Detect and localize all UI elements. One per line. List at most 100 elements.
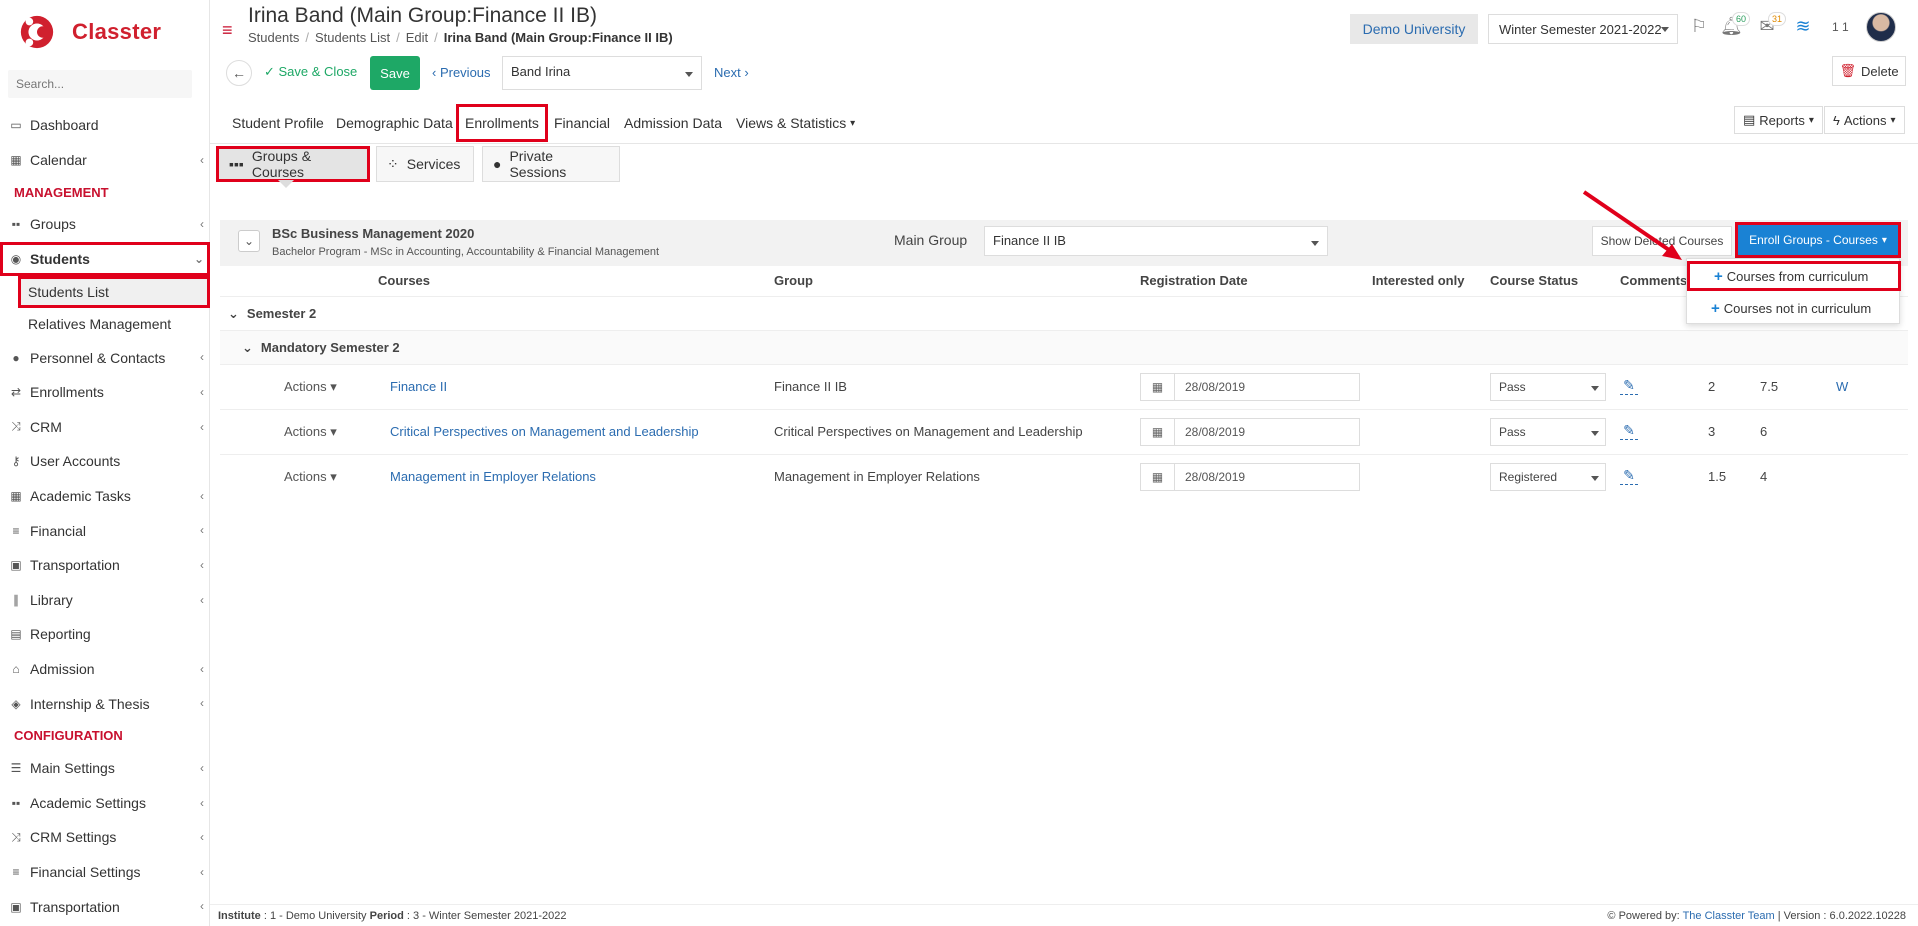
- breadcrumb-students-list[interactable]: Students List: [315, 30, 390, 45]
- sidebar-item-crm[interactable]: ⤨ CRM ‹: [0, 410, 210, 445]
- tab-enrollments[interactable]: Enrollments: [456, 104, 548, 142]
- reports-button[interactable]: ▤ Reports ▾: [1734, 106, 1823, 134]
- footer-info: Institute : 1 - Demo University Period :…: [218, 910, 566, 922]
- edit-comment-icon[interactable]: ✎: [1620, 422, 1638, 440]
- semester-value: Winter Semester 2021-2022: [1499, 21, 1662, 37]
- menu-item-courses-from-curriculum[interactable]: + Courses from curriculum: [1687, 261, 1901, 291]
- actions-button[interactable]: ϟ Actions ▾: [1824, 106, 1905, 134]
- sidebar-item-financial[interactable]: ≡ Financial ‹: [0, 513, 210, 548]
- mail-icon[interactable]: ✉ 31: [1756, 12, 1786, 38]
- user-number[interactable]: 1 1: [1832, 20, 1849, 34]
- registration-date-field[interactable]: ▦ 28/08/2019: [1140, 463, 1360, 491]
- subtab-services[interactable]: ⁘ Services: [376, 146, 474, 182]
- sidebar-item-transportation-settings[interactable]: ▣ Transportation ‹: [0, 889, 210, 924]
- row-actions-button[interactable]: Actions ▾: [284, 469, 337, 485]
- flag-icon[interactable]: ⚐: [1688, 16, 1710, 38]
- calendar-icon[interactable]: ▦: [1141, 374, 1175, 400]
- column-header-registration-date: Registration Date: [1140, 273, 1248, 288]
- registration-date-field[interactable]: ▦ 28/08/2019: [1140, 373, 1360, 401]
- tab-admission-data[interactable]: Admission Data: [618, 104, 728, 142]
- sidebar-item-dashboard[interactable]: ▭ Dashboard: [0, 108, 210, 143]
- student-select[interactable]: Band Irina: [502, 56, 702, 90]
- sidebar-item-enrollments[interactable]: ⇄ Enrollments ‹: [0, 375, 210, 410]
- grid-icon: ▦: [10, 489, 22, 504]
- course-link[interactable]: Finance II: [390, 379, 447, 394]
- collapse-toggle-button[interactable]: ⌄: [238, 230, 260, 252]
- menu-item-courses-not-in-curriculum[interactable]: + Courses not in curriculum: [1687, 293, 1901, 323]
- chevron-left-icon: ‹: [200, 899, 204, 914]
- registration-date-field[interactable]: ▦ 28/08/2019: [1140, 418, 1360, 446]
- sidebar-item-internship[interactable]: ◈ Internship & Thesis ‹: [0, 686, 210, 721]
- classter-team-link[interactable]: The Classter Team: [1683, 910, 1775, 922]
- previous-button[interactable]: ‹ Previous: [432, 65, 491, 80]
- save-button[interactable]: Save: [370, 56, 420, 90]
- sidebar-item-user-accounts[interactable]: ⚷ User Accounts: [0, 444, 210, 479]
- subtab-private-sessions[interactable]: ● Private Sessions: [482, 146, 620, 182]
- university-button[interactable]: Demo University: [1350, 14, 1478, 44]
- sidebar-item-personnel[interactable]: ● Personnel & Contacts ‹: [0, 340, 210, 375]
- program-title: BSc Business Management 2020: [272, 226, 475, 241]
- sidebar-item-main-settings[interactable]: ☰ Main Settings ‹: [0, 751, 210, 786]
- sidebar-item-library[interactable]: ∥ Library ‹: [0, 583, 210, 618]
- sidebar-item-crm-settings[interactable]: ⤨ CRM Settings ‹: [0, 820, 210, 855]
- course-status-select[interactable]: Registered: [1490, 463, 1606, 491]
- course-link[interactable]: Critical Perspectives on Management and …: [390, 424, 699, 439]
- course-status-select[interactable]: Pass: [1490, 373, 1606, 401]
- row-actions-label: Actions: [284, 379, 327, 394]
- calendar-icon[interactable]: ▦: [1141, 464, 1175, 490]
- chevron-left-icon: ‹: [200, 488, 204, 503]
- tab-financial[interactable]: Financial: [548, 104, 616, 142]
- sidebar-item-admission[interactable]: ⌂ Admission ‹: [0, 652, 210, 687]
- calendar-icon[interactable]: ▦: [1141, 419, 1175, 445]
- edit-comment-icon[interactable]: ✎: [1620, 467, 1638, 485]
- delete-button[interactable]: 🗑︎ Delete: [1832, 56, 1906, 86]
- coins-icon: ≡: [12, 523, 20, 538]
- sidebar-item-groups[interactable]: ▪▪ Groups ‹: [0, 207, 210, 242]
- caret-down-icon: [1661, 27, 1669, 32]
- sidebar-item-calendar[interactable]: ▦ Calendar ‹: [0, 143, 210, 178]
- back-button[interactable]: ←: [226, 60, 252, 86]
- breadcrumb-edit[interactable]: Edit: [406, 30, 428, 45]
- course-link[interactable]: Management in Employer Relations: [390, 469, 596, 484]
- subgroup-row[interactable]: ⌄ Mandatory Semester 2: [220, 330, 1908, 364]
- ects-cell: 6: [1760, 424, 1768, 439]
- main-group-select[interactable]: Finance II IB: [984, 226, 1328, 256]
- breadcrumb-students[interactable]: Students: [248, 30, 299, 45]
- tab-student-profile[interactable]: Student Profile: [226, 104, 330, 142]
- semester-group-row[interactable]: ⌄ Semester 2: [220, 296, 1908, 330]
- credit-cell: 2: [1708, 379, 1716, 394]
- tab-views-statistics[interactable]: Views & Statistics ▾: [730, 104, 861, 142]
- chevron-left-icon: ‹: [200, 152, 204, 167]
- column-header-course-status: Course Status: [1490, 273, 1579, 288]
- registration-date-value: 28/08/2019: [1185, 425, 1246, 439]
- sidebar-item-academic-settings[interactable]: ▪▪ Academic Settings ‹: [0, 786, 210, 821]
- subtab-groups-courses[interactable]: ▪▪▪ Groups & Courses: [216, 146, 370, 182]
- sidebar-item-reporting[interactable]: ▤ Reporting: [0, 617, 210, 652]
- save-close-button[interactable]: ✓ Save & Close: [264, 64, 357, 80]
- sidebar-item-transportation[interactable]: ▣ Transportation ‹: [0, 548, 210, 583]
- sidebar-search-input[interactable]: [8, 70, 192, 98]
- sidebar-item-students[interactable]: ◉ Students ⌄: [0, 241, 210, 277]
- edit-comment-icon[interactable]: ✎: [1620, 377, 1638, 395]
- header: ≡ Irina Band (Main Group:Finance II IB) …: [210, 0, 1918, 54]
- extra-link[interactable]: W: [1836, 379, 1848, 394]
- course-status-select[interactable]: Pass: [1490, 418, 1606, 446]
- avatar[interactable]: [1866, 12, 1896, 42]
- layers-icon[interactable]: ≋: [1792, 16, 1814, 38]
- sidebar-sub-relatives-management[interactable]: Relatives Management: [0, 308, 210, 340]
- enroll-groups-courses-button[interactable]: Enroll Groups - Courses ▾: [1735, 222, 1901, 258]
- semester-select[interactable]: Winter Semester 2021-2022: [1488, 14, 1678, 44]
- hamburger-menu-icon[interactable]: ≡: [222, 20, 233, 41]
- next-button[interactable]: Next ›: [714, 65, 749, 80]
- caret-down-icon: [1591, 476, 1599, 481]
- sidebar-sub-students-list[interactable]: Students List: [18, 276, 210, 309]
- row-actions-button[interactable]: Actions ▾: [284, 424, 337, 440]
- bell-icon[interactable]: 🔔︎ 60: [1720, 12, 1750, 38]
- sidebar-item-academic-tasks[interactable]: ▦ Academic Tasks ‹: [0, 479, 210, 514]
- logo[interactable]: Classter: [18, 10, 161, 54]
- box-icon: ◈: [11, 696, 21, 711]
- sidebar-item-label: Main Settings: [30, 760, 115, 777]
- sidebar-item-financial-settings[interactable]: ≡ Financial Settings ‹: [0, 855, 210, 890]
- row-actions-button[interactable]: Actions ▾: [284, 379, 337, 395]
- tab-demographic-data[interactable]: Demographic Data: [330, 104, 459, 142]
